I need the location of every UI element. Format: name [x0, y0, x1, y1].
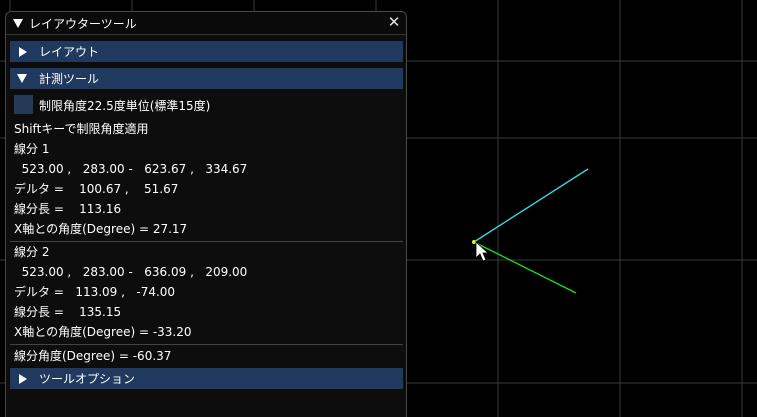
section-label: ツールオプション: [39, 372, 136, 386]
segment2-coords: 523.00 , 283.00 - 636.09 , 209.00: [14, 265, 248, 279]
panel-titlebar[interactable]: レイアウターツール ✕: [6, 12, 406, 35]
segment2-delta: デルタ = 113.09 , -74.00: [14, 285, 176, 299]
section-header-measure[interactable]: 計測ツール: [10, 68, 403, 89]
mouse-cursor-icon: [475, 241, 490, 262]
section-header-tool-options[interactable]: ツールオプション: [10, 368, 403, 389]
collapse-arrow-icon: [17, 74, 27, 83]
segment-angle-text: 線分角度(Degree) = -60.37: [14, 349, 172, 363]
expand-arrow-icon: [19, 373, 27, 384]
close-icon[interactable]: ✕: [386, 14, 402, 30]
limit-angle-checkbox[interactable]: [14, 95, 33, 114]
panel-title: レイアウターツール: [29, 16, 137, 31]
section-label: 計測ツール: [39, 72, 100, 86]
separator: [10, 344, 403, 345]
expand-arrow-icon: [19, 46, 27, 57]
segment1-length: 線分長 = 113.16: [14, 202, 122, 216]
section-header-layout[interactable]: レイアウト: [10, 41, 403, 62]
segment1-coords: 523.00 , 283.00 - 623.67 , 334.67: [14, 162, 248, 176]
segment2-title: 線分 2: [14, 245, 50, 259]
separator: [10, 241, 403, 242]
segment-origin-point: [472, 240, 476, 244]
measure-segment-2: [473, 241, 577, 294]
segment2-length: 線分長 = 135.15: [14, 305, 122, 319]
segment1-title: 線分 1: [14, 142, 50, 156]
segment1-delta: デルタ = 100.67 , 51.67: [14, 182, 179, 196]
shift-hint-text: Shiftキーで制限角度適用: [14, 122, 149, 136]
segment2-angle: X軸との角度(Degree) = -33.20: [14, 325, 192, 339]
measure-segment-1: [473, 168, 589, 243]
limit-angle-label: 制限角度22.5度単位(標準15度): [39, 99, 211, 113]
section-label: レイアウト: [39, 45, 100, 59]
collapse-triangle-icon[interactable]: [13, 18, 23, 28]
layouter-tool-panel: レイアウターツール ✕ レイアウト 計測ツール 制限角度22.5度単位(標準15…: [5, 11, 407, 417]
segment1-angle: X軸との角度(Degree) = 27.17: [14, 222, 188, 236]
